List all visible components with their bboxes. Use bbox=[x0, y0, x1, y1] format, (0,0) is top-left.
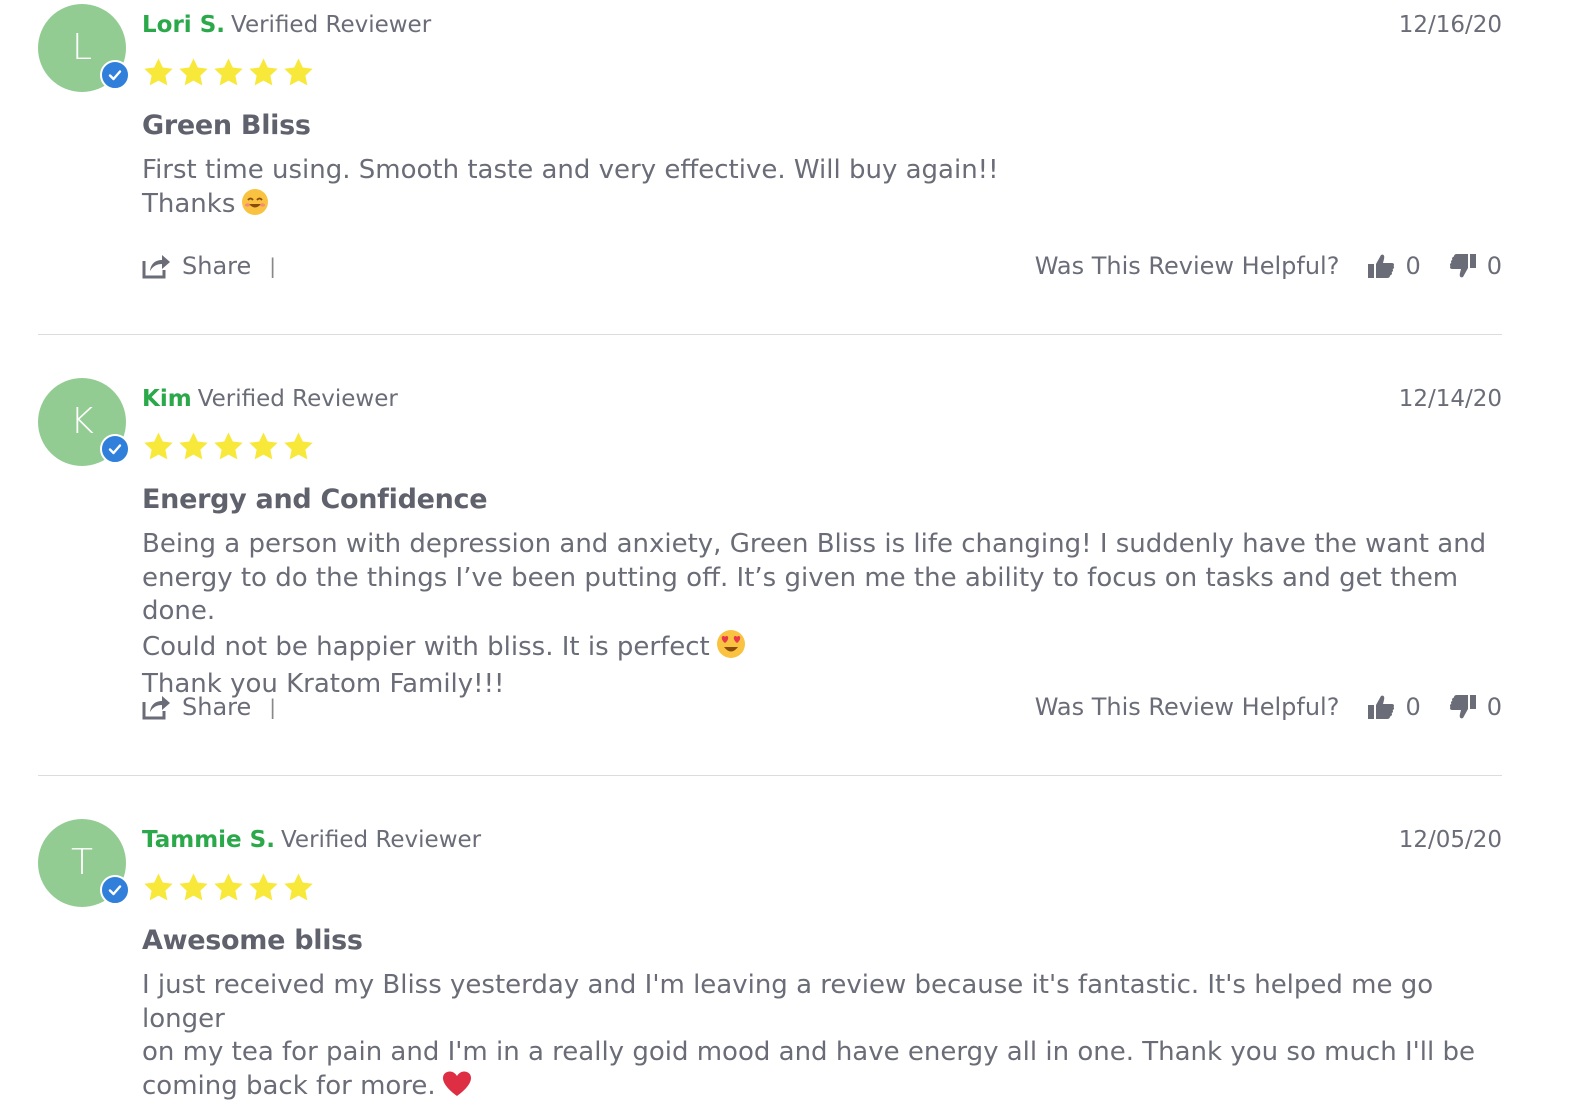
review-body-line: Being a person with depression and anxie… bbox=[142, 528, 1502, 562]
verified-check-icon bbox=[100, 434, 130, 464]
star-icon bbox=[177, 430, 210, 466]
review-divider bbox=[38, 334, 1502, 335]
share-icon bbox=[142, 694, 172, 720]
avatar-initial: T bbox=[71, 842, 93, 883]
share-button[interactable]: Share | bbox=[142, 687, 276, 727]
avatar-initial: K bbox=[70, 401, 94, 442]
thumbs-up-count: 0 bbox=[1405, 693, 1420, 721]
star-icon bbox=[212, 871, 245, 907]
review-item: L Lori S.Verified Reviewer 12/16/20 Gree… bbox=[38, 4, 1502, 334]
review-body-line-with-emoji: Could not be happier with bliss. It is p… bbox=[142, 629, 1502, 669]
review-body: Being a person with depression and anxie… bbox=[142, 528, 1502, 702]
review-title: Energy and Confidence bbox=[142, 484, 487, 515]
review-footer: Share | Was This Review Helpful? 0 0 bbox=[142, 246, 1502, 286]
thumbs-up-button[interactable]: 0 bbox=[1367, 252, 1420, 280]
review-divider bbox=[38, 775, 1502, 776]
reviewer-name: Tammie S.Verified Reviewer bbox=[142, 827, 481, 853]
reviewer-name: KimVerified Reviewer bbox=[142, 386, 398, 412]
star-icon bbox=[247, 430, 280, 466]
star-icon bbox=[282, 871, 315, 907]
verified-reviewer-label: Verified Reviewer bbox=[198, 386, 398, 412]
helpful-label: Was This Review Helpful? bbox=[1035, 252, 1340, 280]
star-rating bbox=[142, 871, 315, 907]
thumbs-down-count: 0 bbox=[1487, 252, 1502, 280]
red-heart-emoji-icon bbox=[442, 1070, 472, 1107]
verified-check-icon bbox=[100, 875, 130, 905]
reviewer-name: Lori S.Verified Reviewer bbox=[142, 12, 431, 38]
share-label: Share bbox=[182, 252, 251, 280]
star-icon bbox=[282, 56, 315, 92]
share-label: Share bbox=[182, 693, 251, 721]
review-body-text: coming back for more. bbox=[142, 1071, 436, 1101]
star-icon bbox=[142, 56, 175, 92]
review-date: 12/14/20 bbox=[1399, 386, 1502, 412]
helpful-section: Was This Review Helpful? 0 0 bbox=[1035, 246, 1502, 286]
verified-reviewer-label: Verified Reviewer bbox=[231, 12, 431, 38]
review-footer: Share | Was This Review Helpful? 0 0 bbox=[142, 687, 1502, 727]
review-date: 12/16/20 bbox=[1399, 12, 1502, 38]
smiling-face-emoji-icon bbox=[241, 188, 269, 226]
thumbs-down-button[interactable]: 0 bbox=[1449, 693, 1502, 721]
review-body-text: Thanks bbox=[142, 189, 235, 219]
review-body-text: Could not be happier with bliss. It is p… bbox=[142, 632, 710, 662]
review-body-line: First time using. Smooth taste and very … bbox=[142, 154, 1502, 188]
star-icon bbox=[282, 430, 315, 466]
reviewer-name-text: Kim bbox=[142, 386, 192, 412]
divider-bar: | bbox=[269, 695, 276, 719]
star-icon bbox=[177, 871, 210, 907]
reviewer-name-text: Tammie S. bbox=[142, 827, 275, 853]
review-body-line: I just received my Bliss yesterday and I… bbox=[142, 969, 1502, 1036]
review-body: First time using. Smooth taste and very … bbox=[142, 154, 1502, 225]
star-icon bbox=[142, 871, 175, 907]
avatar-initial: L bbox=[72, 27, 92, 68]
thumbs-up-icon bbox=[1367, 252, 1395, 280]
thumbs-down-icon bbox=[1449, 252, 1477, 280]
thumbs-down-button[interactable]: 0 bbox=[1449, 252, 1502, 280]
review-date: 12/05/20 bbox=[1399, 827, 1502, 853]
review-body-line: on my tea for pain and I'm in a really g… bbox=[142, 1036, 1502, 1070]
review-title: Awesome bliss bbox=[142, 925, 363, 956]
review-body: I just received my Bliss yesterday and I… bbox=[142, 969, 1502, 1107]
star-icon bbox=[247, 871, 280, 907]
share-button[interactable]: Share | bbox=[142, 246, 276, 286]
review-body-line: energy to do the things I’ve been puttin… bbox=[142, 562, 1502, 629]
star-rating bbox=[142, 430, 315, 466]
heart-eyes-emoji-icon bbox=[716, 629, 746, 669]
star-icon bbox=[142, 430, 175, 466]
review-body-line-with-emoji: Thanks bbox=[142, 188, 1502, 226]
share-icon bbox=[142, 253, 172, 279]
verified-check-icon bbox=[100, 60, 130, 90]
reviewer-name-text: Lori S. bbox=[142, 12, 225, 38]
helpful-label: Was This Review Helpful? bbox=[1035, 693, 1340, 721]
review-body-line-with-emoji: coming back for more. bbox=[142, 1070, 1502, 1107]
star-rating bbox=[142, 56, 315, 92]
review-item: K KimVerified Reviewer 12/14/20 Energy a… bbox=[38, 378, 1502, 778]
star-icon bbox=[247, 56, 280, 92]
star-icon bbox=[177, 56, 210, 92]
thumbs-down-icon bbox=[1449, 693, 1477, 721]
thumbs-up-icon bbox=[1367, 693, 1395, 721]
thumbs-up-button[interactable]: 0 bbox=[1367, 693, 1420, 721]
star-icon bbox=[212, 430, 245, 466]
review-item: T Tammie S.Verified Reviewer 12/05/20 Aw… bbox=[38, 819, 1502, 1104]
star-icon bbox=[212, 56, 245, 92]
thumbs-down-count: 0 bbox=[1487, 693, 1502, 721]
helpful-section: Was This Review Helpful? 0 0 bbox=[1035, 687, 1502, 727]
review-title: Green Bliss bbox=[142, 110, 311, 141]
thumbs-up-count: 0 bbox=[1405, 252, 1420, 280]
verified-reviewer-label: Verified Reviewer bbox=[281, 827, 481, 853]
divider-bar: | bbox=[269, 254, 276, 278]
